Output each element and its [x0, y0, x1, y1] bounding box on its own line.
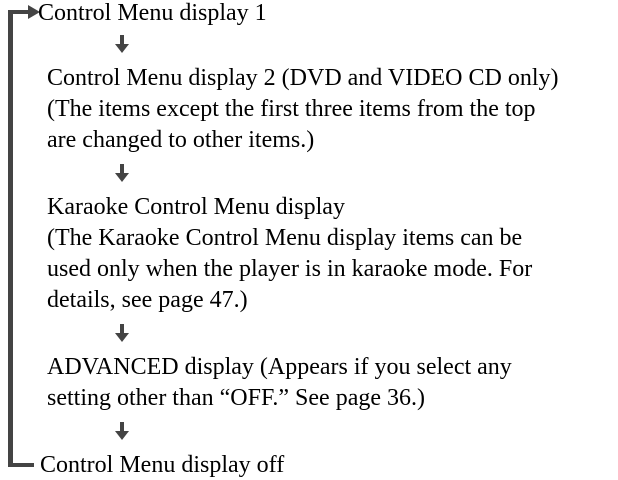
down-arrow-icon [115, 422, 129, 440]
step3-line2: (The Karaoke Control Menu display items … [47, 225, 523, 251]
down-arrow-icon [115, 324, 129, 342]
down-arrow-icon [115, 35, 129, 53]
step2-line3: are changed to other items.) [47, 127, 315, 153]
step3-line1: Karaoke Control Menu display [47, 194, 345, 220]
step2-line2: (The items except the first three items … [47, 96, 536, 122]
loop-vertical-bar [8, 10, 13, 467]
step4-line1: ADVANCED display (Appears if you select … [47, 354, 512, 380]
step1-label: Control Menu display 1 [38, 0, 267, 26]
loop-top-connector [8, 10, 30, 14]
loop-bottom-connector [8, 463, 34, 467]
down-arrow-icon [115, 164, 129, 182]
step3-line4: details, see page 47.) [47, 287, 248, 313]
step5-label: Control Menu display off [40, 452, 285, 478]
step2-line1: Control Menu display 2 (DVD and VIDEO CD… [47, 65, 559, 91]
step4-line2: setting other than “OFF.” See page 36.) [47, 385, 425, 411]
step3-line3: used only when the player is in karaoke … [47, 256, 533, 282]
